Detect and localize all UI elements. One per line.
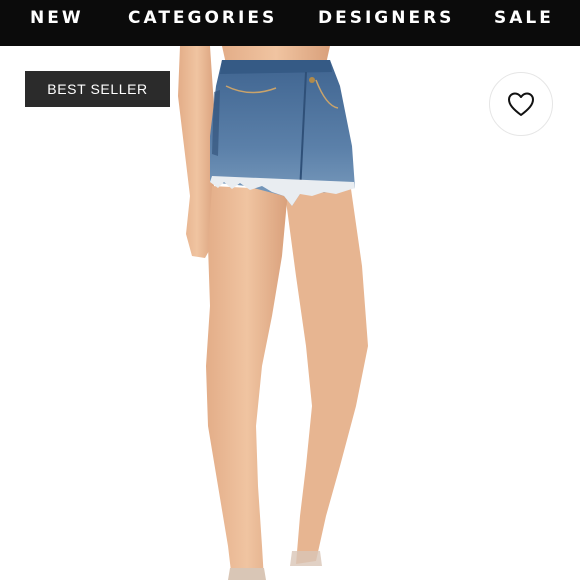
favorite-button[interactable]: [489, 72, 553, 136]
heart-outline-icon: [508, 92, 534, 116]
nav-item-sale[interactable]: SALE: [494, 8, 554, 28]
product-photo: [178, 46, 368, 580]
top-navigation: NEW CATEGORIES DESIGNERS SALE: [0, 0, 580, 46]
best-seller-badge: BEST SELLER: [25, 71, 170, 107]
product-image-area: [0, 46, 580, 580]
nav-item-designers[interactable]: DESIGNERS: [318, 8, 454, 28]
nav-item-categories[interactable]: CATEGORIES: [128, 8, 277, 28]
nav-item-new[interactable]: NEW: [30, 8, 84, 28]
